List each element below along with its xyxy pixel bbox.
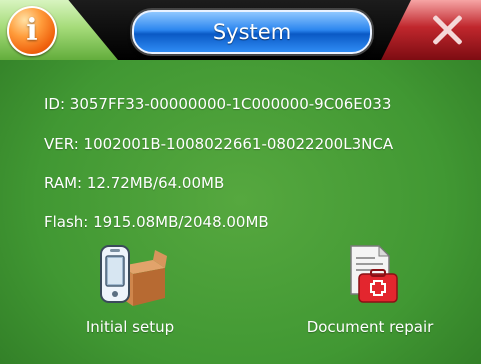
system-window: i System ID: 3057FF33-00000000-1C000000-… <box>0 0 481 364</box>
first-aid-document-icon <box>350 244 398 303</box>
version-text: VER: 1002001B-1008022661-08022200L3NCA <box>44 135 394 153</box>
document-repair-button[interactable]: Document repair <box>285 244 455 344</box>
close-button[interactable] <box>381 0 481 60</box>
flash-text: Flash: 1915.08MB/2048.00MB <box>44 213 269 231</box>
title-bar: i System <box>0 0 481 60</box>
document-repair-label: Document repair <box>306 318 434 336</box>
device-box-icon <box>100 245 167 306</box>
initial-setup-label: Initial setup <box>85 318 175 336</box>
initial-setup-button[interactable]: Initial setup <box>55 244 205 344</box>
window-title: System <box>132 10 372 54</box>
close-icon <box>431 14 463 46</box>
ram-text: RAM: 12.72MB/64.00MB <box>44 174 225 192</box>
info-button[interactable]: i <box>7 6 57 56</box>
device-id-text: ID: 3057FF33-00000000-1C000000-9C06E033 <box>44 95 392 113</box>
info-icon: i <box>26 13 38 48</box>
